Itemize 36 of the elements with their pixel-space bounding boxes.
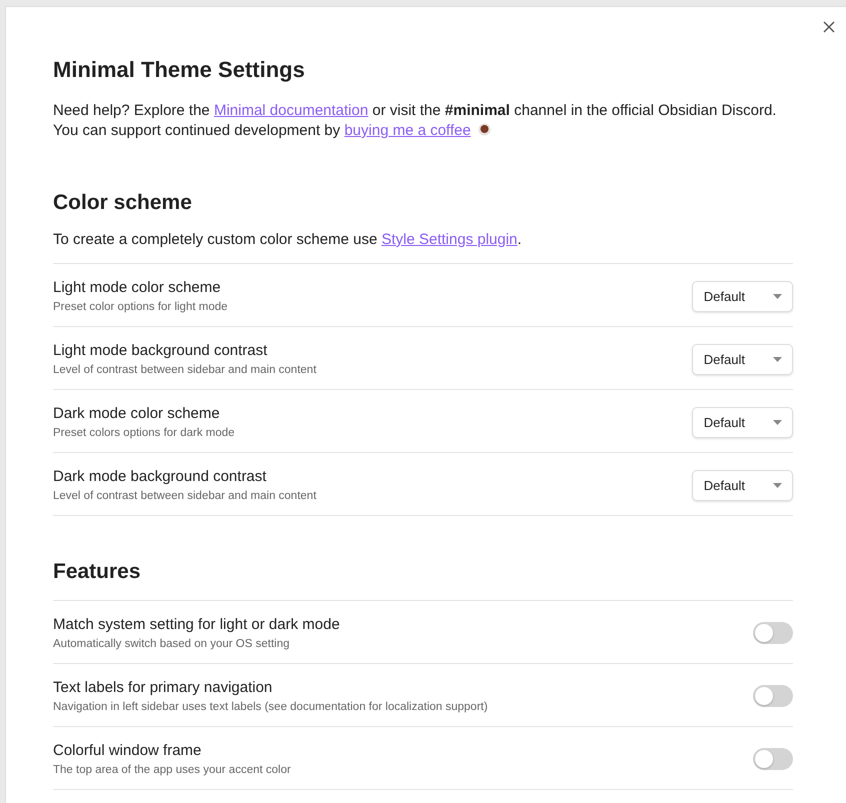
setting-description: Automatically switch based on your OS setting: [53, 638, 291, 650]
section-heading: Features: [53, 560, 142, 584]
help-text: You can support continued development by buying me a coffee: [53, 121, 793, 141]
setting-description: Level of contrast between sidebar and main content: [53, 490, 316, 502]
toggle-switch[interactable]: [753, 685, 793, 707]
setting-description: Level of contrast between sidebar and main content: [53, 364, 316, 376]
setting-name: Dark mode background contrast: [53, 468, 268, 485]
link[interactable]: buying me a coffee: [344, 122, 471, 139]
setting-description: Navigation in left sidebar uses text labels (see documentation for localization support): [53, 701, 488, 713]
toggle-switch[interactable]: [753, 622, 793, 644]
setting-description: The top area of the app uses your accent color: [53, 764, 291, 776]
caret-icon: [773, 420, 782, 424]
coffee-icon: [478, 123, 491, 136]
link[interactable]: Style Settings plugin: [381, 231, 518, 248]
toggle-switch[interactable]: [753, 748, 793, 770]
setting-description: Preset colors options for dark mode: [53, 427, 235, 439]
setting-name: Colorful window frame: [53, 742, 202, 759]
setting-name: Light mode color scheme: [53, 279, 222, 296]
setting-name: Light mode background contrast: [53, 342, 268, 359]
close-icon[interactable]: [823, 21, 835, 33]
section-heading: Color scheme: [53, 191, 193, 215]
caret-icon: [773, 294, 782, 298]
link[interactable]: Minimal documentation: [214, 102, 368, 119]
dropdown[interactable]: Default: [692, 470, 793, 500]
dropdown[interactable]: Default: [692, 344, 793, 374]
setting-name: Match system setting for light or dark mode: [53, 616, 340, 633]
setting-name: Dark mode color scheme: [53, 405, 221, 422]
dropdown[interactable]: Default: [692, 406, 793, 438]
caret-icon: [773, 482, 782, 488]
setting-description: Preset color options for light mode: [53, 301, 228, 313]
dropdown[interactable]: Default: [692, 280, 793, 312]
dialog-title: Minimal Theme Settings: [53, 57, 306, 83]
caret-icon: [773, 356, 782, 362]
section-intro: To create a completely custom color scheme use Style Settings plugin.: [53, 231, 523, 248]
setting-name: Text labels for primary navigation: [53, 679, 274, 696]
help-text: Need help? Explore the Minimal documentation or visit the #minimal channel in the official Obsidian Discord.: [53, 101, 778, 121]
